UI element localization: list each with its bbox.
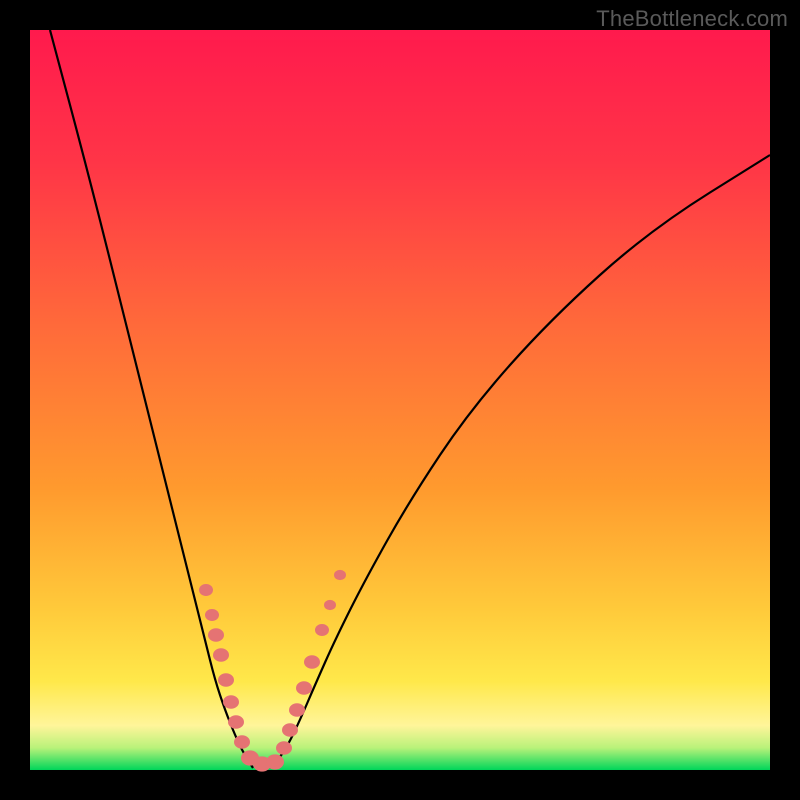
- data-dot: [228, 715, 244, 729]
- data-dot: [208, 628, 224, 642]
- watermark-text: TheBottleneck.com: [596, 6, 788, 32]
- data-dot: [289, 703, 305, 717]
- data-dot: [213, 648, 229, 662]
- data-dots-cluster: [199, 570, 346, 772]
- data-dot: [218, 673, 234, 687]
- data-dot: [223, 695, 239, 709]
- data-dot: [234, 735, 250, 749]
- data-dot: [296, 681, 312, 695]
- data-dot: [266, 754, 284, 769]
- data-dot: [205, 609, 219, 621]
- data-dot: [282, 723, 298, 737]
- plot-area: [30, 30, 770, 770]
- data-dot: [334, 570, 346, 580]
- chart-frame: TheBottleneck.com: [0, 0, 800, 800]
- bottleneck-curve: [30, 30, 770, 770]
- data-dot: [276, 741, 292, 755]
- data-dot: [324, 600, 336, 610]
- data-dot: [304, 655, 320, 669]
- data-dot: [315, 624, 329, 636]
- data-dot: [199, 584, 213, 596]
- curve-right-branch: [270, 155, 770, 768]
